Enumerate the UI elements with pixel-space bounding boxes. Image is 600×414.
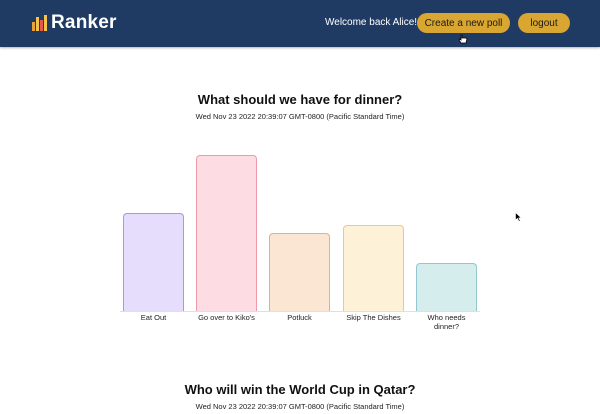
chart-bar-label: Skip The Dishes <box>346 313 401 322</box>
chart-bar <box>196 155 257 311</box>
poll-title: Who will win the World Cup in Qatar? <box>184 382 416 397</box>
chart-bar <box>269 233 330 311</box>
chart-bar <box>123 213 184 311</box>
chart-bar-label: Who needs dinner? <box>427 313 466 331</box>
chart-bar-label: Potluck <box>287 313 312 322</box>
poll-date: Wed Nov 23 2022 20:39:07 GMT-0800 (Pacif… <box>195 402 405 411</box>
chart-bar <box>416 263 477 311</box>
chart-bar <box>343 225 404 311</box>
chart-bar-label: Eat Out <box>140 313 167 322</box>
dinner-poll-chart: Eat Out Go over to Kiko's Potluck Skip The … <box>0 0 600 414</box>
chart-baseline <box>120 311 480 312</box>
chart-bar-label: Go over to Kiko's <box>198 313 255 322</box>
arrow-cursor-icon <box>515 212 522 222</box>
